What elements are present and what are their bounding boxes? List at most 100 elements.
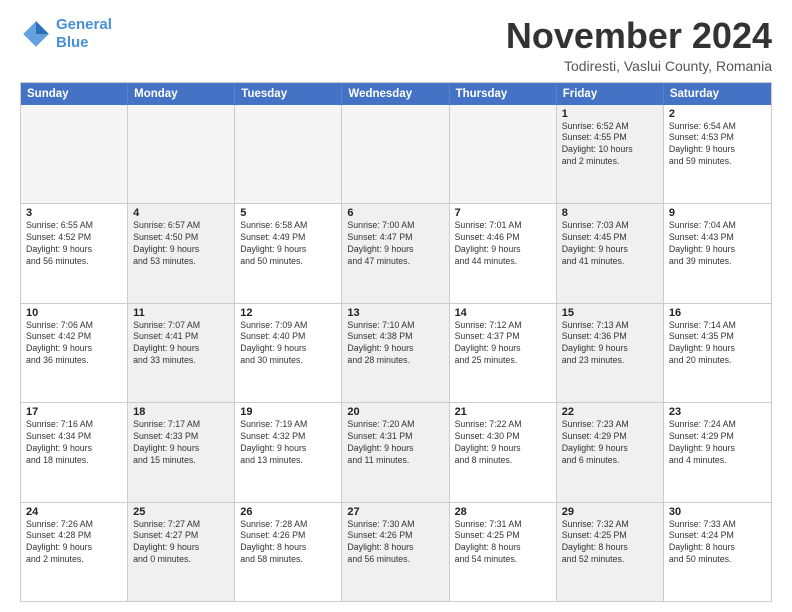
cal-cell-r3c3: 12Sunrise: 7:09 AM Sunset: 4:40 PM Dayli… (235, 304, 342, 402)
day-info: Sunrise: 7:13 AM Sunset: 4:36 PM Dayligh… (562, 320, 658, 368)
day-number: 2 (669, 108, 766, 120)
header-thursday: Thursday (450, 83, 557, 105)
day-number: 26 (240, 506, 336, 518)
day-info: Sunrise: 6:55 AM Sunset: 4:52 PM Dayligh… (26, 220, 122, 268)
logo-line1: General (56, 16, 112, 33)
day-number: 30 (669, 506, 766, 518)
day-info: Sunrise: 7:01 AM Sunset: 4:46 PM Dayligh… (455, 220, 551, 268)
day-number: 29 (562, 506, 658, 518)
day-number: 4 (133, 207, 229, 219)
cal-cell-r1c5 (450, 105, 557, 203)
cal-cell-r1c3 (235, 105, 342, 203)
logo-line2: Blue (56, 34, 89, 51)
day-number: 23 (669, 406, 766, 418)
day-info: Sunrise: 6:52 AM Sunset: 4:55 PM Dayligh… (562, 121, 658, 169)
header-wednesday: Wednesday (342, 83, 449, 105)
day-number: 1 (562, 108, 658, 120)
cal-cell-r1c1 (21, 105, 128, 203)
cal-cell-r1c2 (128, 105, 235, 203)
day-number: 16 (669, 307, 766, 319)
cal-cell-r5c6: 29Sunrise: 7:32 AM Sunset: 4:25 PM Dayli… (557, 503, 664, 601)
day-info: Sunrise: 7:23 AM Sunset: 4:29 PM Dayligh… (562, 419, 658, 467)
day-number: 12 (240, 307, 336, 319)
cal-cell-r4c5: 21Sunrise: 7:22 AM Sunset: 4:30 PM Dayli… (450, 403, 557, 501)
day-info: Sunrise: 7:30 AM Sunset: 4:26 PM Dayligh… (347, 519, 443, 567)
logo-icon (20, 18, 52, 50)
cal-cell-r4c6: 22Sunrise: 7:23 AM Sunset: 4:29 PM Dayli… (557, 403, 664, 501)
calendar-header: Sunday Monday Tuesday Wednesday Thursday… (21, 83, 771, 105)
day-number: 22 (562, 406, 658, 418)
cal-row-4: 17Sunrise: 7:16 AM Sunset: 4:34 PM Dayli… (21, 403, 771, 502)
subtitle: Todiresti, Vaslui County, Romania (506, 58, 772, 74)
cal-cell-r2c4: 6Sunrise: 7:00 AM Sunset: 4:47 PM Daylig… (342, 204, 449, 302)
cal-cell-r4c1: 17Sunrise: 7:16 AM Sunset: 4:34 PM Dayli… (21, 403, 128, 501)
day-number: 20 (347, 406, 443, 418)
cal-cell-r4c2: 18Sunrise: 7:17 AM Sunset: 4:33 PM Dayli… (128, 403, 235, 501)
day-info: Sunrise: 7:16 AM Sunset: 4:34 PM Dayligh… (26, 419, 122, 467)
calendar: Sunday Monday Tuesday Wednesday Thursday… (20, 82, 772, 602)
cal-row-1: 1Sunrise: 6:52 AM Sunset: 4:55 PM Daylig… (21, 105, 771, 204)
day-info: Sunrise: 7:33 AM Sunset: 4:24 PM Dayligh… (669, 519, 766, 567)
day-info: Sunrise: 6:58 AM Sunset: 4:49 PM Dayligh… (240, 220, 336, 268)
day-number: 9 (669, 207, 766, 219)
day-number: 27 (347, 506, 443, 518)
day-number: 15 (562, 307, 658, 319)
cal-cell-r3c2: 11Sunrise: 7:07 AM Sunset: 4:41 PM Dayli… (128, 304, 235, 402)
cal-cell-r5c7: 30Sunrise: 7:33 AM Sunset: 4:24 PM Dayli… (664, 503, 771, 601)
day-info: Sunrise: 6:57 AM Sunset: 4:50 PM Dayligh… (133, 220, 229, 268)
day-number: 17 (26, 406, 122, 418)
day-info: Sunrise: 7:32 AM Sunset: 4:25 PM Dayligh… (562, 519, 658, 567)
cal-row-5: 24Sunrise: 7:26 AM Sunset: 4:28 PM Dayli… (21, 503, 771, 601)
day-number: 3 (26, 207, 122, 219)
day-info: Sunrise: 7:10 AM Sunset: 4:38 PM Dayligh… (347, 320, 443, 368)
cal-cell-r1c4 (342, 105, 449, 203)
day-info: Sunrise: 7:06 AM Sunset: 4:42 PM Dayligh… (26, 320, 122, 368)
day-info: Sunrise: 7:28 AM Sunset: 4:26 PM Dayligh… (240, 519, 336, 567)
cal-row-2: 3Sunrise: 6:55 AM Sunset: 4:52 PM Daylig… (21, 204, 771, 303)
day-info: Sunrise: 7:31 AM Sunset: 4:25 PM Dayligh… (455, 519, 551, 567)
cal-cell-r5c1: 24Sunrise: 7:26 AM Sunset: 4:28 PM Dayli… (21, 503, 128, 601)
day-info: Sunrise: 7:14 AM Sunset: 4:35 PM Dayligh… (669, 320, 766, 368)
cal-cell-r1c7: 2Sunrise: 6:54 AM Sunset: 4:53 PM Daylig… (664, 105, 771, 203)
day-number: 6 (347, 207, 443, 219)
cal-cell-r5c5: 28Sunrise: 7:31 AM Sunset: 4:25 PM Dayli… (450, 503, 557, 601)
day-info: Sunrise: 7:26 AM Sunset: 4:28 PM Dayligh… (26, 519, 122, 567)
cal-cell-r3c5: 14Sunrise: 7:12 AM Sunset: 4:37 PM Dayli… (450, 304, 557, 402)
page: General Blue November 2024 Todiresti, Va… (0, 0, 792, 612)
header-sunday: Sunday (21, 83, 128, 105)
day-info: Sunrise: 7:00 AM Sunset: 4:47 PM Dayligh… (347, 220, 443, 268)
day-number: 7 (455, 207, 551, 219)
day-info: Sunrise: 6:54 AM Sunset: 4:53 PM Dayligh… (669, 121, 766, 169)
day-number: 14 (455, 307, 551, 319)
cal-cell-r4c3: 19Sunrise: 7:19 AM Sunset: 4:32 PM Dayli… (235, 403, 342, 501)
cal-row-3: 10Sunrise: 7:06 AM Sunset: 4:42 PM Dayli… (21, 304, 771, 403)
month-title: November 2024 (506, 16, 772, 56)
cal-cell-r2c5: 7Sunrise: 7:01 AM Sunset: 4:46 PM Daylig… (450, 204, 557, 302)
cal-cell-r2c3: 5Sunrise: 6:58 AM Sunset: 4:49 PM Daylig… (235, 204, 342, 302)
day-number: 18 (133, 406, 229, 418)
day-number: 11 (133, 307, 229, 319)
day-info: Sunrise: 7:22 AM Sunset: 4:30 PM Dayligh… (455, 419, 551, 467)
day-number: 10 (26, 307, 122, 319)
logo-text: General Blue (56, 16, 112, 52)
day-info: Sunrise: 7:19 AM Sunset: 4:32 PM Dayligh… (240, 419, 336, 467)
header-saturday: Saturday (664, 83, 771, 105)
day-number: 13 (347, 307, 443, 319)
day-number: 25 (133, 506, 229, 518)
cal-cell-r5c4: 27Sunrise: 7:30 AM Sunset: 4:26 PM Dayli… (342, 503, 449, 601)
day-number: 21 (455, 406, 551, 418)
header-tuesday: Tuesday (235, 83, 342, 105)
day-info: Sunrise: 7:12 AM Sunset: 4:37 PM Dayligh… (455, 320, 551, 368)
day-info: Sunrise: 7:09 AM Sunset: 4:40 PM Dayligh… (240, 320, 336, 368)
day-info: Sunrise: 7:27 AM Sunset: 4:27 PM Dayligh… (133, 519, 229, 567)
cal-cell-r3c4: 13Sunrise: 7:10 AM Sunset: 4:38 PM Dayli… (342, 304, 449, 402)
cal-cell-r2c7: 9Sunrise: 7:04 AM Sunset: 4:43 PM Daylig… (664, 204, 771, 302)
cal-cell-r2c6: 8Sunrise: 7:03 AM Sunset: 4:45 PM Daylig… (557, 204, 664, 302)
cal-cell-r4c7: 23Sunrise: 7:24 AM Sunset: 4:29 PM Dayli… (664, 403, 771, 501)
day-info: Sunrise: 7:07 AM Sunset: 4:41 PM Dayligh… (133, 320, 229, 368)
day-number: 28 (455, 506, 551, 518)
day-number: 5 (240, 207, 336, 219)
cal-cell-r1c6: 1Sunrise: 6:52 AM Sunset: 4:55 PM Daylig… (557, 105, 664, 203)
cal-cell-r4c4: 20Sunrise: 7:20 AM Sunset: 4:31 PM Dayli… (342, 403, 449, 501)
header: General Blue November 2024 Todiresti, Va… (20, 16, 772, 74)
